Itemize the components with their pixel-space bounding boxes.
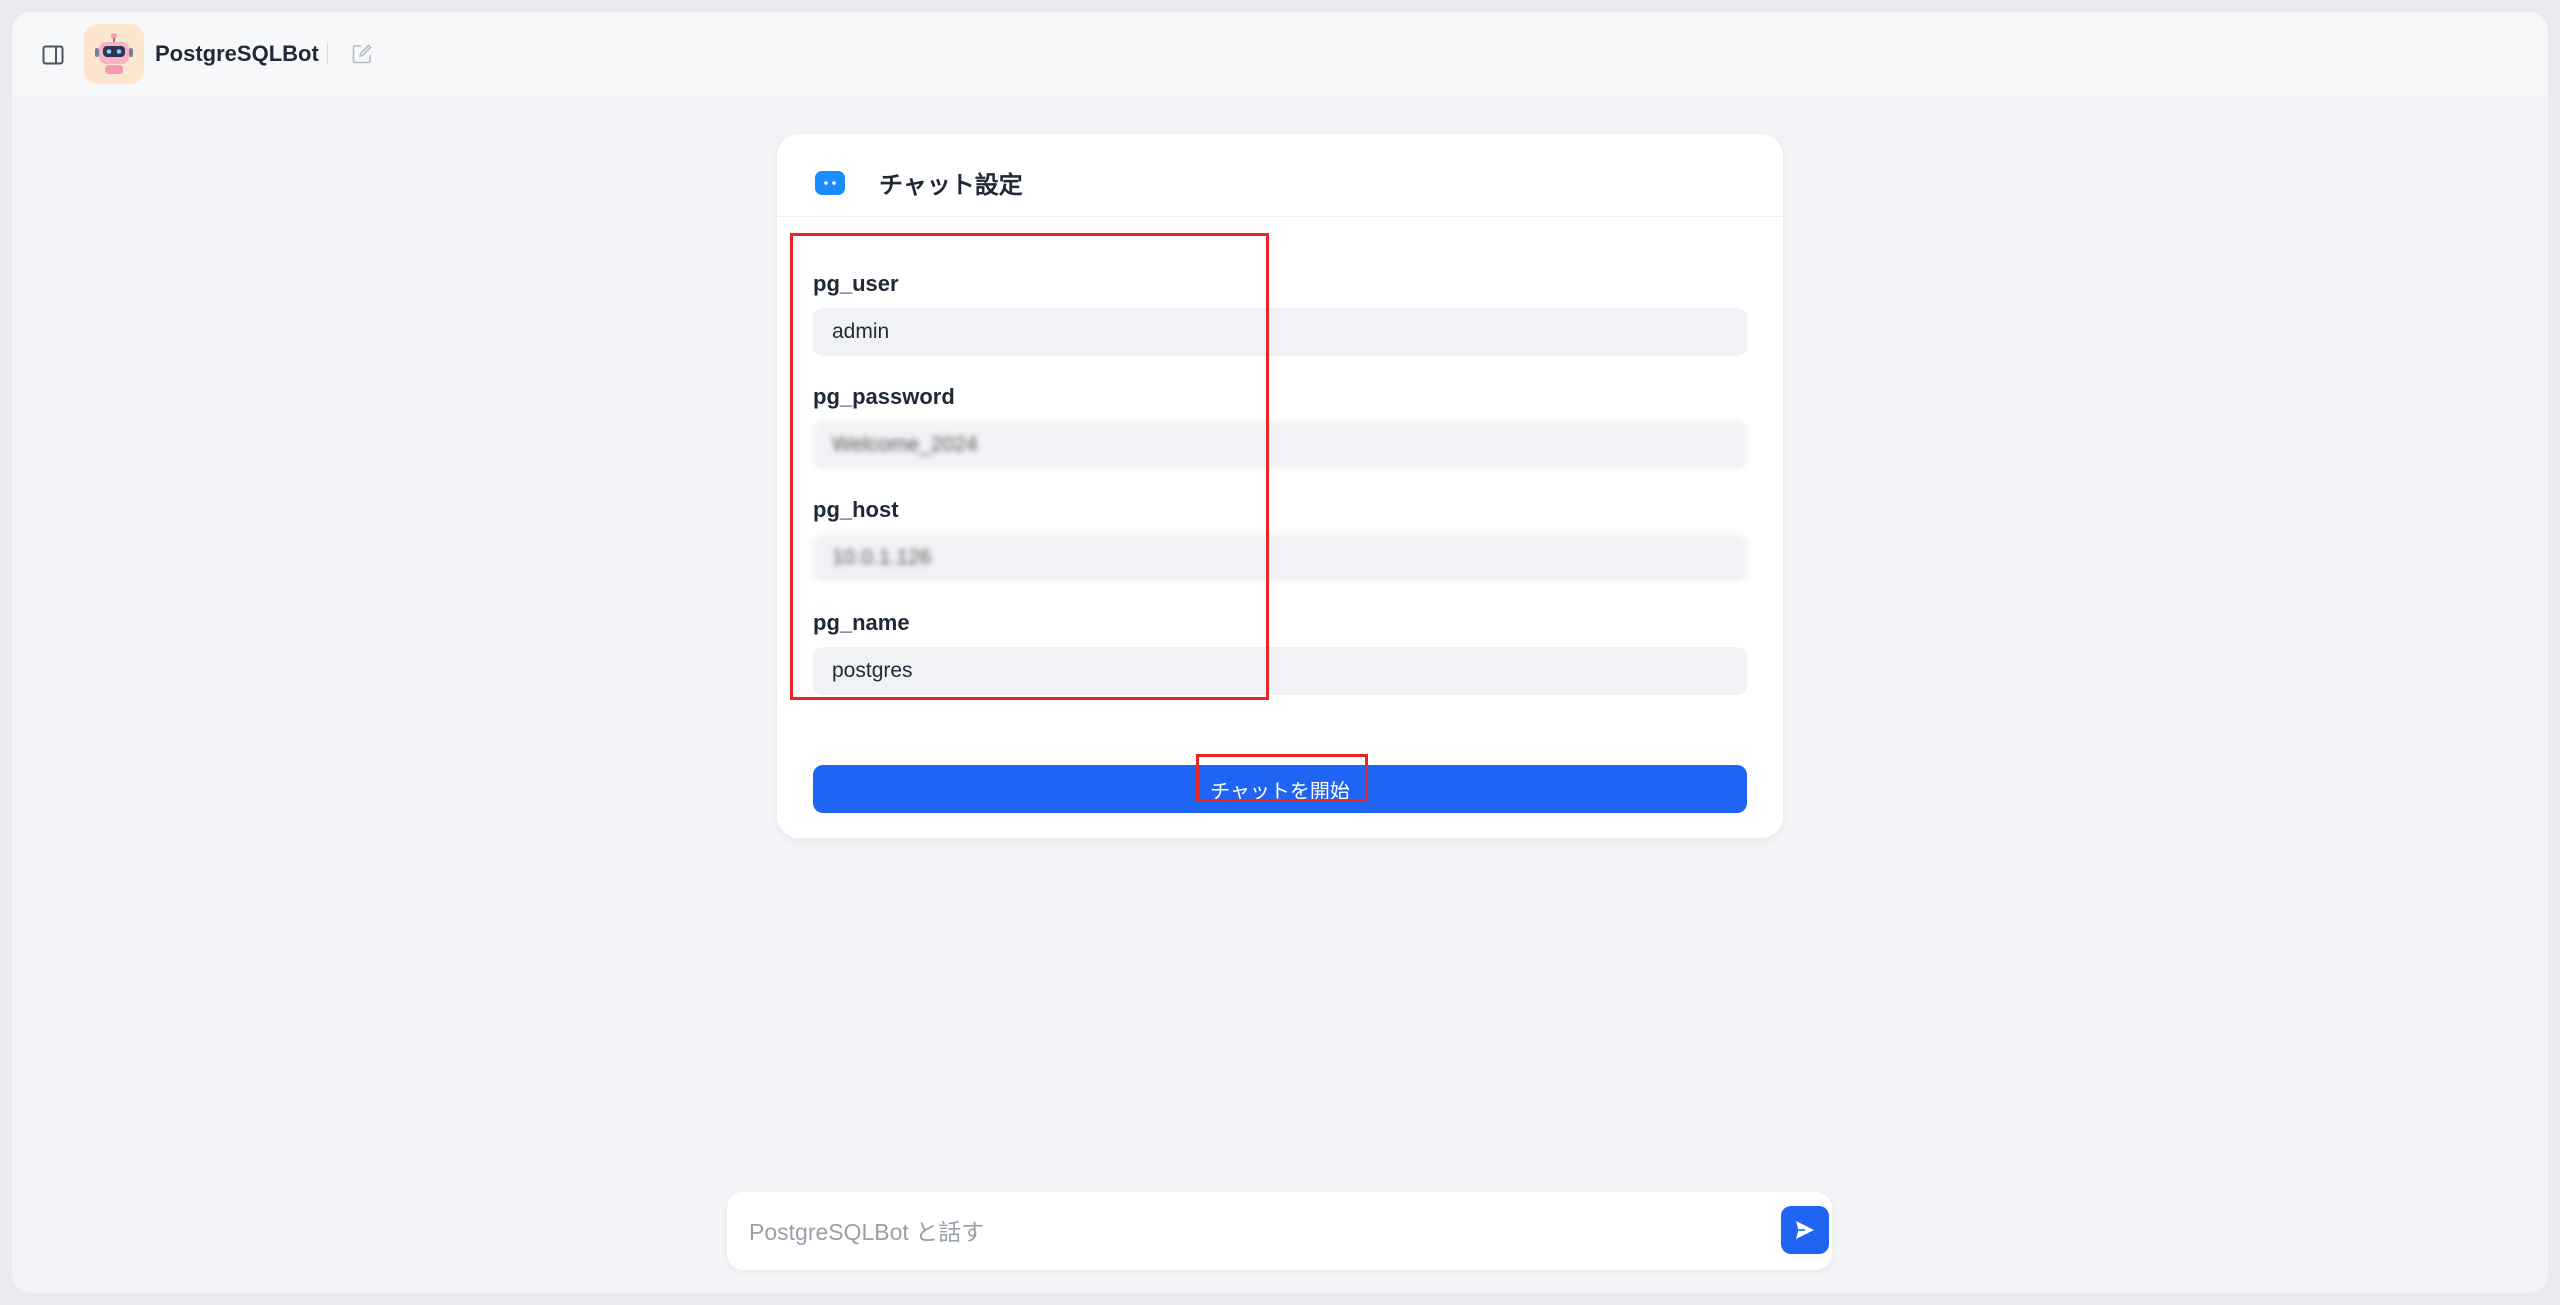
chat-input-bar — [727, 1192, 1832, 1270]
bot-avatar — [84, 24, 144, 84]
start-chat-button[interactable]: チャットを開始 — [813, 765, 1747, 813]
pg-user-input[interactable] — [813, 308, 1747, 356]
chat-input[interactable] — [747, 1206, 1731, 1258]
chat-settings-card: チャット設定 pg_user pg_password pg_host pg_na… — [777, 134, 1783, 838]
pg-user-label: pg_user — [813, 271, 899, 296]
new-chat-button[interactable] — [348, 40, 376, 68]
pg-name-label: pg_name — [813, 610, 910, 635]
app-window: PostgreSQLBot チャット設定 pg_user pg_password — [12, 12, 2548, 1293]
chat-bubble-icon — [814, 170, 846, 198]
pg-host-input[interactable] — [813, 534, 1747, 582]
app-title: PostgreSQLBot — [155, 41, 319, 66]
send-icon — [1796, 1221, 1814, 1239]
edit-icon — [352, 44, 372, 64]
title-divider — [327, 44, 328, 64]
card-header: チャット設定 — [777, 134, 1783, 217]
sidebar-toggle-button[interactable] — [40, 42, 66, 68]
pg-name-input[interactable] — [813, 647, 1747, 695]
robot-icon — [95, 33, 133, 74]
pg-host-label: pg_host — [813, 497, 899, 522]
top-bar: PostgreSQLBot — [12, 12, 2548, 96]
pg-password-label: pg_password — [813, 384, 955, 409]
send-button[interactable] — [1781, 1206, 1829, 1254]
card-title: チャット設定 — [879, 172, 1023, 199]
sidebar-toggle-icon — [42, 45, 64, 65]
pg-password-input[interactable] — [813, 421, 1747, 469]
